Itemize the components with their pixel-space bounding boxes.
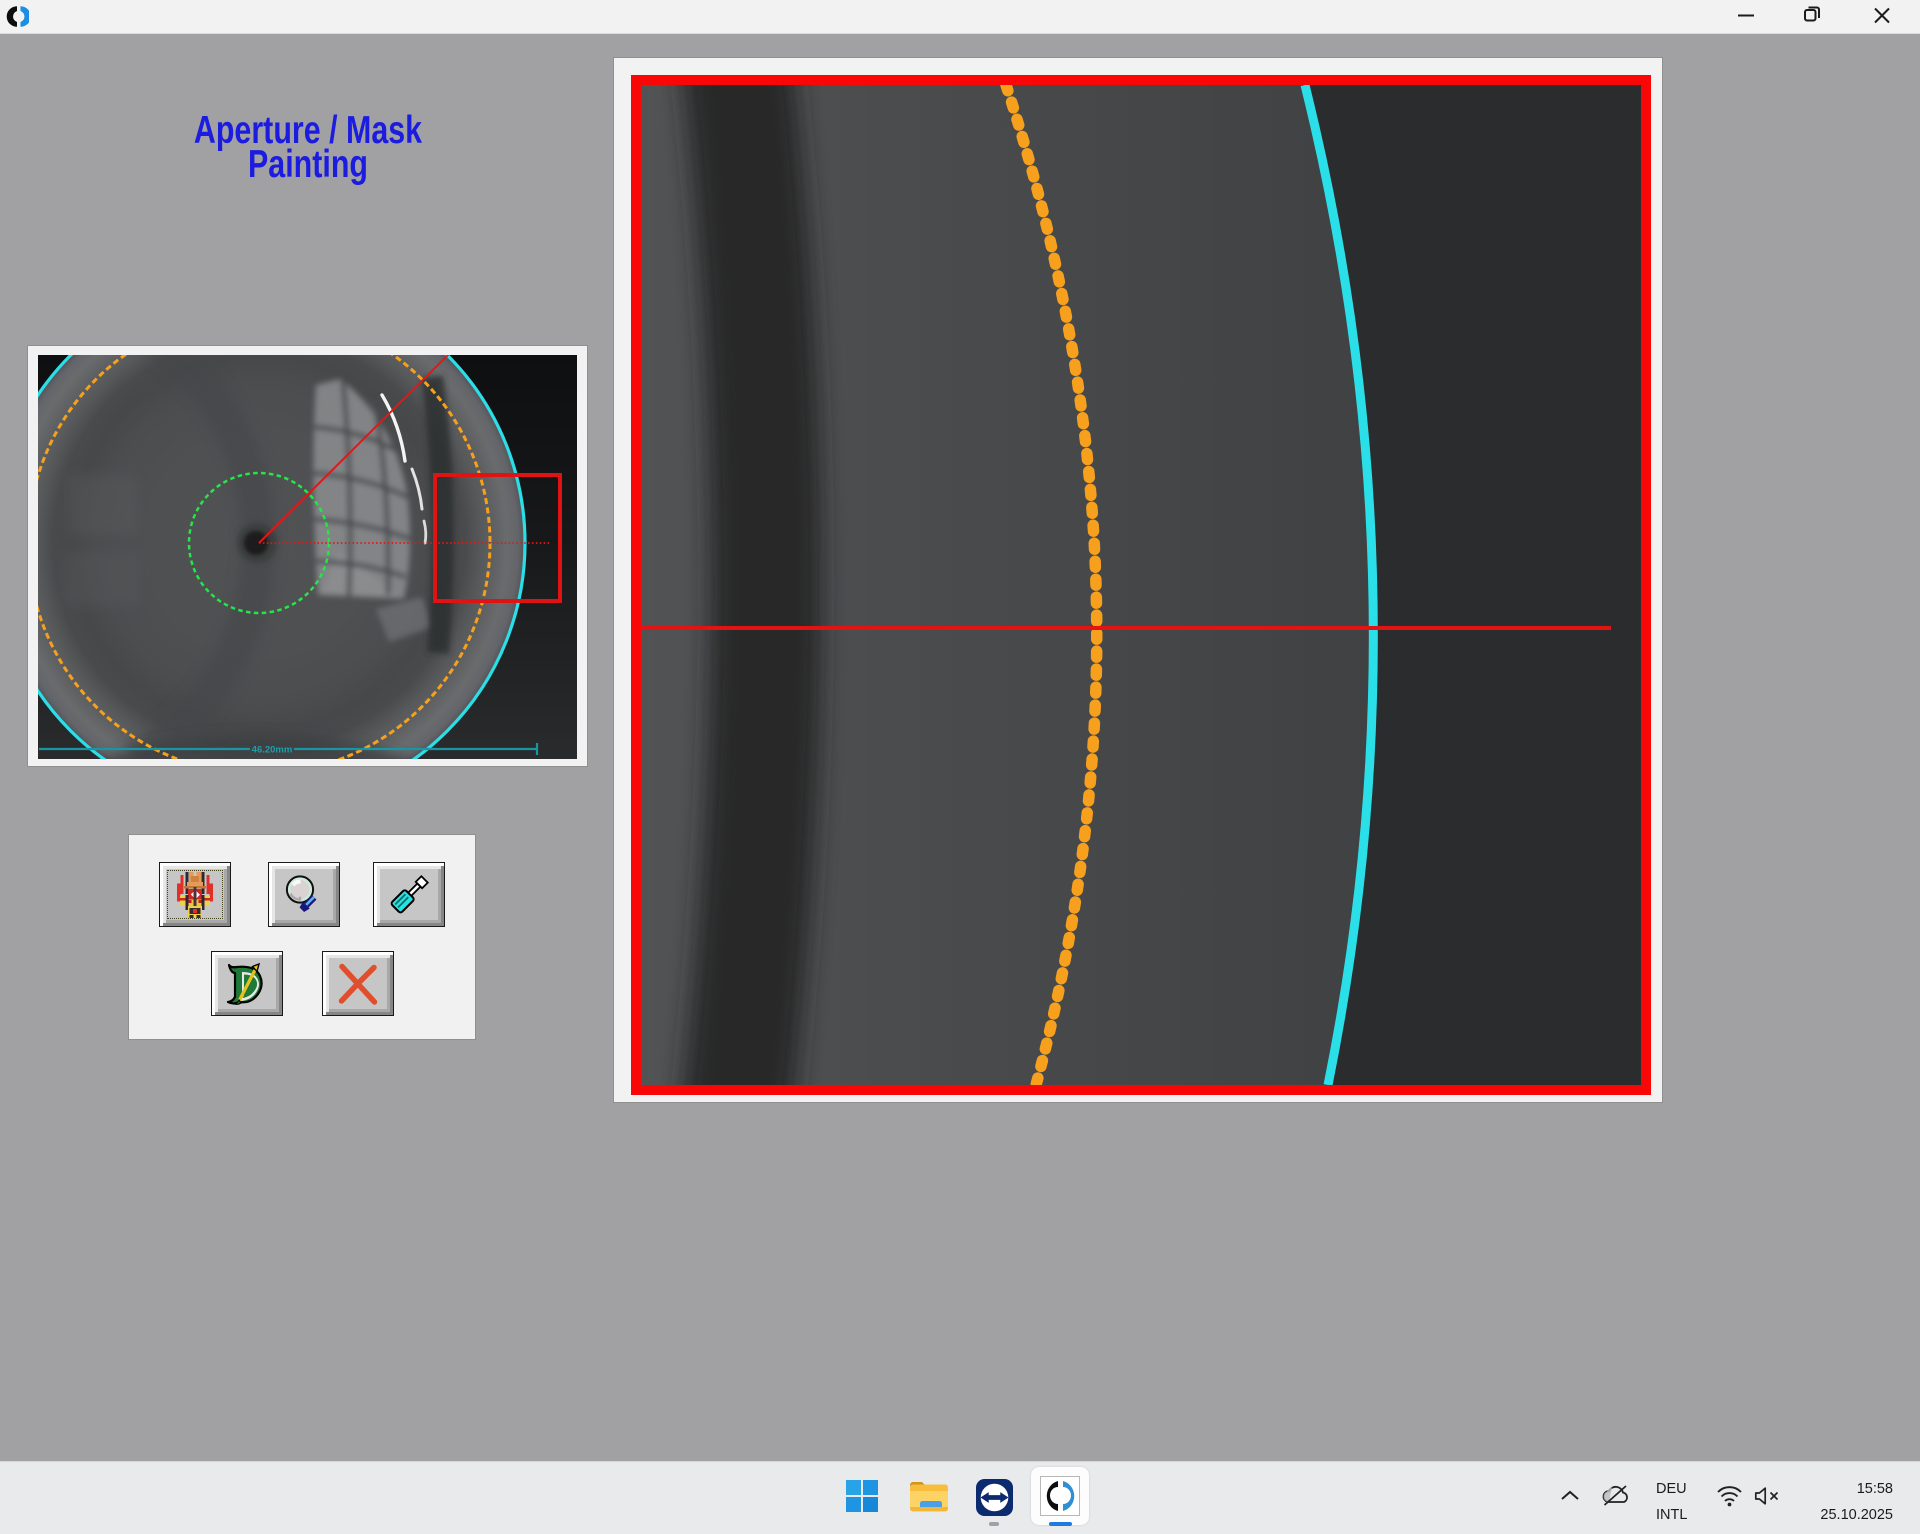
svg-text:46.20mm: 46.20mm [252, 745, 293, 756]
